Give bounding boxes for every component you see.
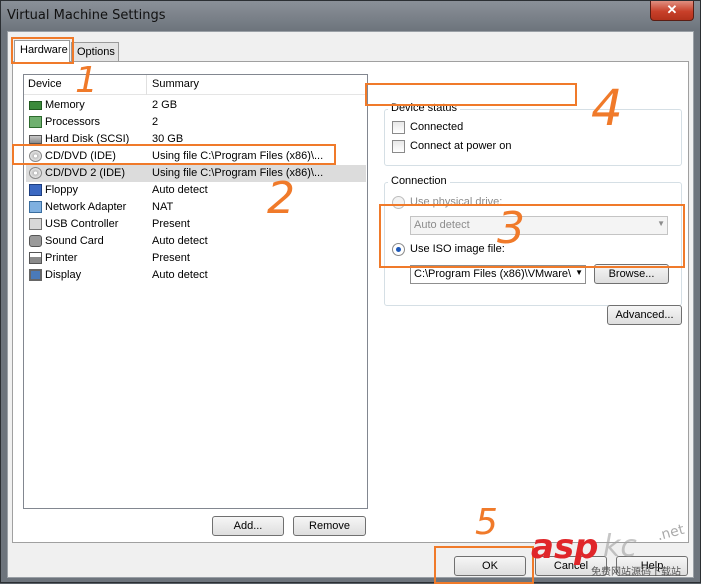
device-summary: Present bbox=[152, 252, 190, 264]
chevron-down-icon: ▼ bbox=[657, 219, 665, 228]
connected-label[interactable]: Connected bbox=[410, 121, 463, 133]
device-name: Network Adapter bbox=[45, 201, 127, 213]
connect-at-power-on-label[interactable]: Connect at power on bbox=[410, 140, 512, 152]
window-title: Virtual Machine Settings bbox=[7, 8, 166, 23]
device-summary: Present bbox=[152, 218, 190, 230]
iso-image-label[interactable]: Use ISO image file: bbox=[410, 243, 505, 255]
list-item-network-adapter[interactable]: Network Adapter NAT bbox=[26, 199, 366, 216]
list-item-sound-card[interactable]: Sound Card Auto detect bbox=[26, 233, 366, 250]
tab-hardware[interactable]: Hardware bbox=[14, 40, 70, 62]
list-item-display[interactable]: Display Auto detect bbox=[26, 267, 366, 284]
memory-icon bbox=[29, 101, 42, 110]
device-name: Sound Card bbox=[45, 235, 104, 247]
watermark-domain: .net bbox=[655, 521, 687, 545]
device-summary: NAT bbox=[152, 201, 174, 213]
device-summary: 2 GB bbox=[152, 99, 178, 111]
annotation-step-3: 3 bbox=[497, 203, 525, 254]
connected-checkbox[interactable] bbox=[392, 121, 405, 134]
device-summary: Auto detect bbox=[152, 184, 208, 196]
settings-window: Virtual Machine Settings ✕ Hardware Opti… bbox=[0, 0, 701, 584]
device-summary: 30 GB bbox=[152, 133, 184, 145]
display-icon bbox=[29, 269, 42, 281]
device-name: CD/DVD (IDE) bbox=[45, 150, 116, 162]
usb-icon bbox=[29, 218, 42, 230]
advanced-button[interactable]: Advanced... bbox=[607, 305, 682, 325]
watermark-brand: asp bbox=[531, 527, 599, 567]
list-item-processors[interactable]: Processors 2 bbox=[26, 114, 366, 131]
physical-drive-value: Auto detect bbox=[414, 219, 470, 231]
device-status-label: Device status bbox=[388, 102, 461, 114]
connection-group: Connection Use physical drive: Auto dete… bbox=[384, 175, 682, 306]
device-summary: Using file C:\Program Files (x86)\... bbox=[152, 167, 324, 179]
device-name: Display bbox=[45, 269, 82, 281]
cd-icon bbox=[29, 167, 42, 179]
annotation-step-5: 5 bbox=[475, 502, 498, 543]
processor-icon bbox=[29, 116, 42, 128]
browse-button[interactable]: Browse... bbox=[594, 264, 669, 284]
device-name: Hard Disk (SCSI) bbox=[45, 133, 130, 145]
printer-icon bbox=[29, 252, 42, 264]
device-summary: Using file C:\Program Files (x86)\... bbox=[152, 150, 324, 162]
device-name: Printer bbox=[45, 252, 78, 264]
iso-path-value: C:\Program Files (x86)\VMware\ bbox=[414, 268, 572, 280]
harddisk-icon bbox=[29, 135, 42, 144]
list-item-hard-disk[interactable]: Hard Disk (SCSI) 30 GB bbox=[26, 131, 366, 148]
device-name: Floppy bbox=[45, 184, 79, 196]
physical-drive-radio[interactable] bbox=[392, 196, 405, 209]
iso-path-input[interactable]: C:\Program Files (x86)\VMware\ ▼ bbox=[410, 265, 586, 284]
watermark-brand-suffix: kc bbox=[603, 529, 637, 564]
watermark-tagline: 免费网站源码下载站 bbox=[591, 567, 681, 578]
physical-drive-select[interactable]: Auto detect ▼ bbox=[410, 216, 668, 235]
list-item-cd-dvd-2[interactable]: CD/DVD 2 (IDE) Using file C:\Program Fil… bbox=[26, 165, 366, 182]
annotation-step-4: 4 bbox=[591, 79, 623, 137]
list-item-cd-dvd[interactable]: CD/DVD (IDE) Using file C:\Program Files… bbox=[26, 148, 366, 165]
column-header-summary[interactable]: Summary bbox=[152, 78, 199, 90]
chevron-down-icon: ▼ bbox=[575, 268, 583, 277]
ok-button[interactable]: OK bbox=[454, 556, 526, 576]
sound-icon bbox=[29, 235, 42, 247]
device-summary: Auto detect bbox=[152, 235, 208, 247]
device-summary: Auto detect bbox=[152, 269, 208, 281]
add-button[interactable]: Add... bbox=[212, 516, 284, 536]
title-bar[interactable]: Virtual Machine Settings ✕ bbox=[1, 1, 700, 31]
floppy-icon bbox=[29, 184, 42, 196]
hardware-panel: Device Summary Memory 2 GB Processors 2 … bbox=[12, 61, 689, 543]
list-item-floppy[interactable]: Floppy Auto detect bbox=[26, 182, 366, 199]
physical-drive-label[interactable]: Use physical drive: bbox=[410, 196, 502, 208]
annotation-step-1: 1 bbox=[75, 60, 98, 101]
device-name: USB Controller bbox=[45, 218, 119, 230]
device-name: CD/DVD 2 (IDE) bbox=[45, 167, 126, 179]
device-name: Processors bbox=[45, 116, 101, 128]
column-header-device[interactable]: Device bbox=[28, 78, 62, 90]
list-item-usb-controller[interactable]: USB Controller Present bbox=[26, 216, 366, 233]
column-divider bbox=[146, 75, 147, 95]
device-summary: 2 bbox=[152, 116, 159, 128]
connection-label: Connection bbox=[388, 175, 450, 187]
cd-icon bbox=[29, 150, 42, 162]
list-item-printer[interactable]: Printer Present bbox=[26, 250, 366, 267]
remove-button[interactable]: Remove bbox=[293, 516, 366, 536]
network-icon bbox=[29, 201, 42, 213]
iso-image-radio[interactable] bbox=[392, 243, 405, 256]
connect-at-power-on-checkbox[interactable] bbox=[392, 140, 405, 153]
watermark-logo: asp kc .net 免费网站源码下载站 bbox=[529, 521, 699, 581]
device-status-group: Device status Connected Connect at power… bbox=[384, 102, 682, 166]
annotation-step-2: 2 bbox=[267, 173, 295, 224]
tab-options[interactable]: Options bbox=[71, 42, 119, 62]
close-icon[interactable]: ✕ bbox=[650, 1, 694, 21]
device-list[interactable]: Device Summary Memory 2 GB Processors 2 … bbox=[23, 74, 368, 509]
